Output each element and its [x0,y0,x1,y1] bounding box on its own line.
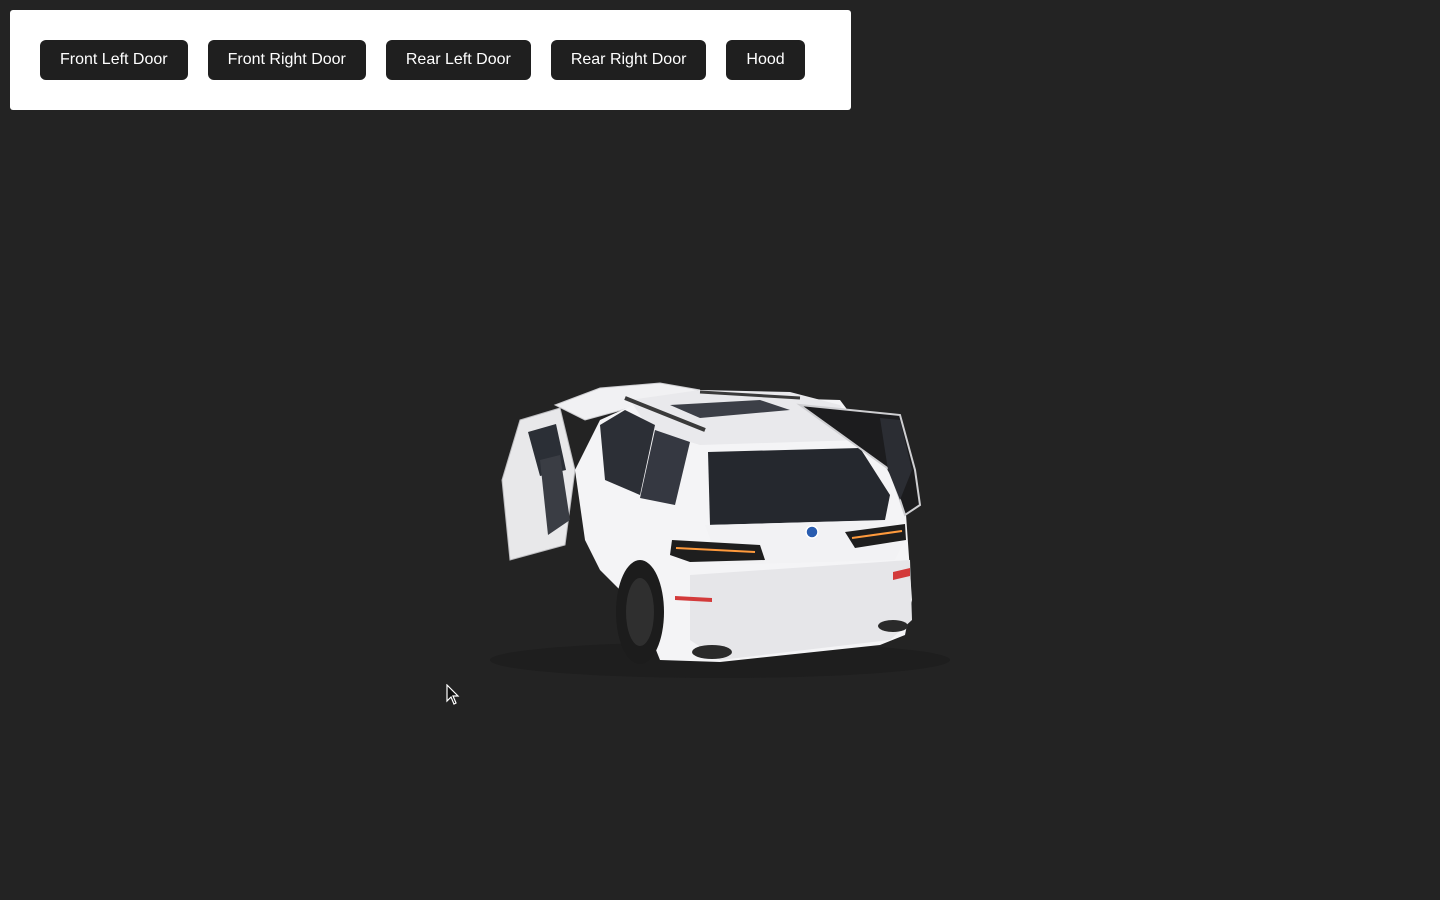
3d-viewport[interactable] [0,120,1440,900]
front-right-door-button[interactable]: Front Right Door [207,40,366,80]
car-3d-model[interactable] [0,120,1440,900]
front-left-door-button[interactable]: Front Left Door [40,40,188,80]
rear-left-door-button[interactable]: Rear Left Door [385,40,531,80]
open-front-left-door [501,407,576,561]
rear-right-door-button[interactable]: Rear Right Door [550,40,707,80]
hood-button[interactable]: Hood [726,40,805,80]
mouse-cursor-icon [446,684,460,705]
door-control-panel: Front Left Door Front Right Door Rear Le… [10,10,851,110]
